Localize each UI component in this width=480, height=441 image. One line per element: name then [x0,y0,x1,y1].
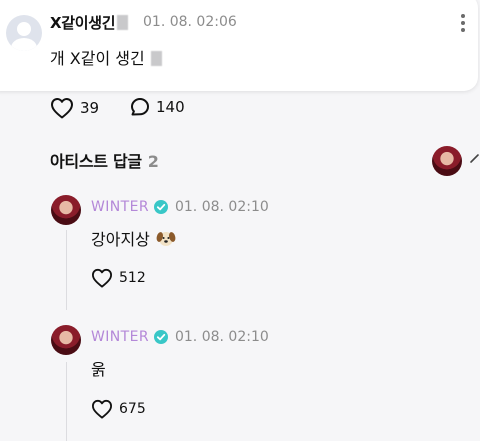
like-button[interactable]: 39 [50,97,99,119]
heart-icon [92,399,112,419]
dog-face-icon [156,232,176,246]
artist-avatar[interactable] [51,325,81,355]
verified-badge-icon [153,200,168,214]
reply-text: 강아지상 [91,226,176,250]
comment-bubble-icon [131,98,149,116]
artist-avatar-thumbnail[interactable] [432,146,462,176]
artist-replies-header: 아티스트 답글 2 [50,152,159,171]
reply-header: WINTER 01. 08. 02:10 [91,329,269,345]
like-count: 512 [119,270,146,286]
artist-avatar[interactable] [51,195,81,225]
reply-count: 140 [156,98,185,116]
comment-author[interactable]: X같이생긴 [50,12,129,33]
thread-line [66,362,67,441]
heart-icon [51,98,73,119]
like-count: 39 [80,99,100,117]
heart-icon [92,268,112,288]
thread-line [66,230,67,310]
verified-badge-icon [153,330,168,344]
blurred-text [117,15,129,30]
blurred-text [150,51,162,66]
chevron-icon[interactable] [469,152,480,166]
reply-text: 욹 [91,360,106,379]
reply-header: WINTER 01. 08. 02:10 [91,199,269,215]
comment-date: 01. 08. 02:06 [143,14,237,30]
reply-date: 01. 08. 02:10 [174,199,269,215]
reply-button[interactable]: 140 [130,97,185,117]
reply-date: 01. 08. 02:10 [174,329,269,345]
artist-name[interactable]: WINTER [91,329,149,345]
more-options-icon[interactable] [458,14,468,36]
reply-like-button[interactable]: 675 [91,399,146,419]
like-count: 675 [119,401,146,417]
reply-like-button[interactable]: 512 [91,268,146,288]
default-avatar[interactable] [6,15,42,51]
comment-text: 개 X같이 생긴 [50,45,162,69]
artist-name[interactable]: WINTER [91,199,149,215]
